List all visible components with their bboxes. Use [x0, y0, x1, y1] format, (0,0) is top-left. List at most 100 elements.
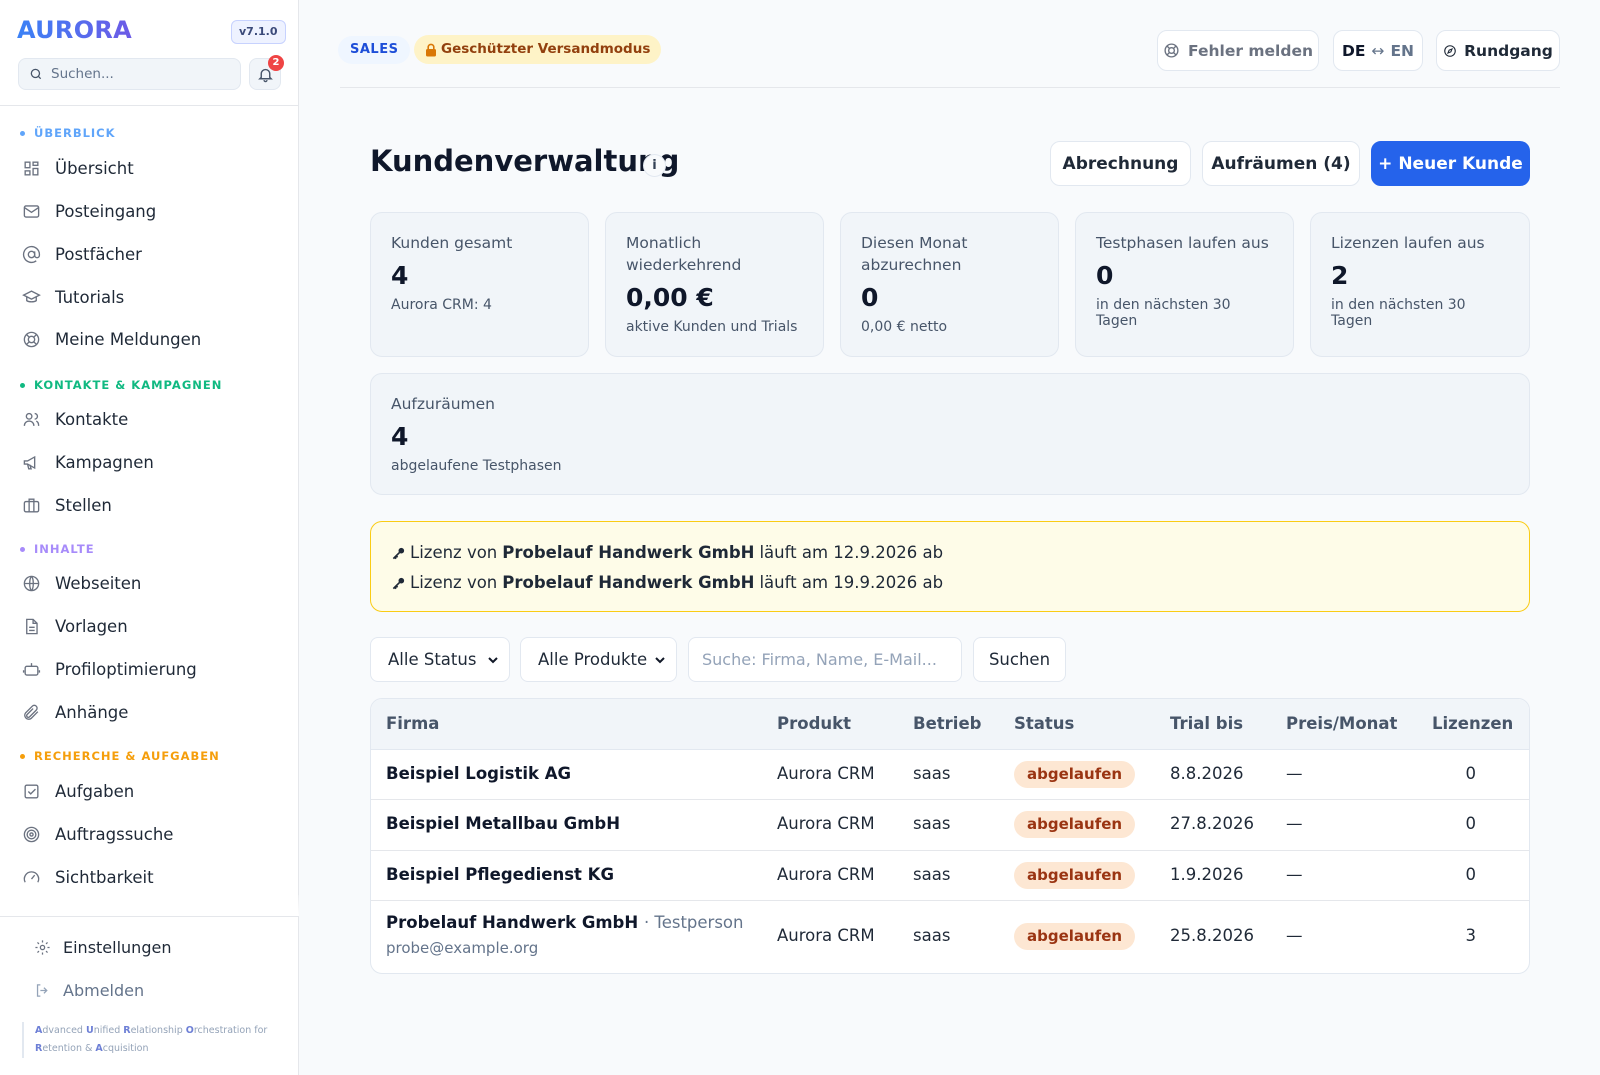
column-header-status[interactable]: Status — [1014, 714, 1074, 733]
section-dot — [20, 753, 25, 759]
table-row[interactable]: Beispiel Logistik AG Aurora CRM saas abg… — [371, 750, 1529, 800]
nav-section-research: RECHERCHE & AUFGABEN — [20, 749, 220, 763]
stat-label: Testphasen laufen aus — [1096, 234, 1269, 252]
column-header-firma[interactable]: Firma — [386, 714, 439, 733]
sidebar-search[interactable] — [18, 58, 241, 90]
search-icon — [30, 68, 42, 80]
sidebar-item-webseiten[interactable]: Webseiten — [22, 567, 141, 599]
settings-link[interactable]: Einstellungen — [34, 932, 171, 962]
sidebar-item-label: Profiloptimierung — [55, 659, 197, 679]
paperclip-icon — [24, 704, 39, 720]
sidebar-item-anhaenge[interactable]: Anhänge — [22, 696, 128, 728]
sidebar-search-input[interactable] — [51, 66, 231, 82]
stat-label: Lizenzen laufen aus — [1331, 234, 1485, 252]
sidebar-item-label: Tutorials — [55, 287, 125, 307]
alert-line: Lizenz von Probelauf Handwerk GmbH läuft a… — [391, 568, 1509, 598]
stat-card-billing-this-month: Diesen Monat abzurechnen 0 0,00 € netto — [840, 212, 1059, 357]
sidebar-item-uebersicht[interactable]: Übersicht — [22, 152, 134, 184]
alert-company: Probelauf Handwerk GmbH — [502, 573, 755, 592]
sidebar-item-label: Übersicht — [55, 158, 134, 178]
sidebar-item-stellen[interactable]: Stellen — [22, 489, 112, 521]
tagline-text: cquisition — [102, 1043, 149, 1054]
alert-suffix: läuft am 19.9.2026 ab — [759, 573, 944, 592]
section-dot — [20, 130, 25, 136]
stat-value: 4 — [391, 261, 409, 290]
customers-table: Firma Produkt Betrieb Status Trial bis P… — [370, 698, 1530, 974]
sidebar-item-label: Sichtbarkeit — [55, 867, 154, 887]
table-row[interactable]: Beispiel Metallbau GmbH Aurora CRM saas … — [371, 800, 1529, 851]
contact-email[interactable]: probe@example.org — [386, 939, 538, 957]
logout-link[interactable]: Abmelden — [34, 975, 144, 1005]
trial-end-cell: 25.8.2026 — [1170, 926, 1254, 945]
firm-name[interactable]: Beispiel Logistik AG — [386, 764, 571, 783]
nav-section-label: INHALTE — [34, 542, 95, 556]
tagline-text: elationship — [130, 1025, 186, 1036]
nav-section-contacts: KONTAKTE & KAMPAGNEN — [20, 378, 222, 392]
search-button[interactable]: Suchen — [973, 637, 1066, 682]
table-row[interactable]: Probelauf Handwerk GmbH · Testperson pro… — [371, 901, 1529, 973]
billing-button[interactable]: Abrechnung — [1050, 141, 1191, 186]
info-icon[interactable]: i — [643, 154, 666, 177]
column-header-trial-bis[interactable]: Trial bis — [1170, 714, 1243, 733]
customer-search-input[interactable] — [702, 650, 942, 669]
status-badge: abgelaufen — [1014, 761, 1136, 788]
nav-section-label: RECHERCHE & AUFGABEN — [34, 749, 220, 763]
lifebuoy-icon — [1164, 43, 1179, 58]
brand-logo[interactable]: AURORA — [17, 16, 132, 44]
report-bug-button[interactable]: Fehler melden — [1157, 30, 1319, 71]
sidebar-item-aufgaben[interactable]: Aufgaben — [22, 775, 134, 807]
gauge-icon — [23, 870, 40, 883]
sidebar-item-label: Posteingang — [55, 201, 157, 221]
firm-name[interactable]: Beispiel Pflegedienst KG — [386, 865, 614, 884]
column-header-preis[interactable]: Preis/Monat — [1286, 714, 1397, 733]
nav-section-content: INHALTE — [20, 542, 95, 556]
section-dot — [20, 546, 25, 552]
stat-value: 2 — [1331, 261, 1349, 290]
sidebar-item-posteingang[interactable]: Posteingang — [22, 195, 156, 227]
stat-card-monthly-recurring: Monatlich wiederkehrend 0,00 € aktive Ku… — [605, 212, 824, 357]
sidebar-item-label: Auftragssuche — [55, 824, 174, 844]
alert-suffix: läuft am 12.9.2026 ab — [759, 543, 944, 562]
sidebar-item-kontakte[interactable]: Kontakte — [22, 403, 128, 435]
sidebar-item-sichtbarkeit[interactable]: Sichtbarkeit — [22, 861, 154, 893]
check-square-icon — [24, 783, 39, 799]
tour-button[interactable]: Rundgang — [1436, 30, 1560, 71]
new-customer-button[interactable]: + Neuer Kunde — [1371, 141, 1530, 186]
status-filter-select[interactable]: Alle Status — [370, 637, 510, 682]
sidebar-item-label: Webseiten — [55, 573, 142, 593]
column-header-produkt[interactable]: Produkt — [777, 714, 851, 733]
customer-search-field[interactable] — [688, 637, 962, 682]
sidebar-item-auftragssuche[interactable]: Auftragssuche — [22, 818, 173, 850]
cleanup-button[interactable]: Aufräumen (4) — [1202, 141, 1360, 186]
key-icon — [392, 547, 405, 559]
sidebar-item-vorlagen[interactable]: Vorlagen — [22, 610, 128, 642]
trial-end-cell: 8.8.2026 — [1170, 764, 1244, 783]
product-filter-select[interactable]: Alle Produkte — [520, 637, 677, 682]
stat-value: 0,00 € — [626, 283, 714, 312]
notifications-button[interactable]: 2 — [249, 55, 284, 90]
divider — [340, 87, 1560, 88]
sidebar-item-label: Meine Meldungen — [55, 329, 202, 349]
sidebar-item-profiloptimierung[interactable]: Profiloptimierung — [22, 653, 197, 685]
stat-value: 0 — [1096, 261, 1114, 290]
table-row[interactable]: Beispiel Pflegedienst KG Aurora CRM saas… — [371, 851, 1529, 901]
column-header-betrieb[interactable]: Betrieb — [913, 714, 981, 733]
product-cell: Aurora CRM — [777, 764, 875, 783]
stat-card-trials-expiring: Testphasen laufen aus 0 in den nächsten … — [1075, 212, 1294, 357]
sidebar-item-tutorials[interactable]: Tutorials — [22, 281, 124, 313]
firm-name[interactable]: Probelauf Handwerk GmbH · Testperson — [386, 913, 743, 932]
scroll-fade — [0, 895, 299, 916]
nav-section-overview: ÜBERBLICK — [20, 126, 116, 140]
licenses-cell: 0 — [1465, 814, 1477, 833]
product-cell: Aurora CRM — [777, 865, 875, 884]
table-header: Firma Produkt Betrieb Status Trial bis P… — [371, 699, 1529, 750]
sidebar-item-postfaecher[interactable]: Postfächer — [22, 238, 142, 270]
language-toggle[interactable]: DE ↔ EN — [1333, 30, 1423, 71]
tagline-text: etention & — [42, 1043, 96, 1054]
sidebar-item-kampagnen[interactable]: Kampagnen — [22, 446, 154, 478]
stat-subtext: Aurora CRM: 4 — [391, 297, 492, 313]
firm-name[interactable]: Beispiel Metallbau GmbH — [386, 814, 620, 833]
price-cell: — — [1286, 814, 1303, 833]
column-header-lizenzen[interactable]: Lizenzen — [1432, 714, 1513, 733]
sidebar-item-meine-meldungen[interactable]: Meine Meldungen — [22, 323, 201, 355]
